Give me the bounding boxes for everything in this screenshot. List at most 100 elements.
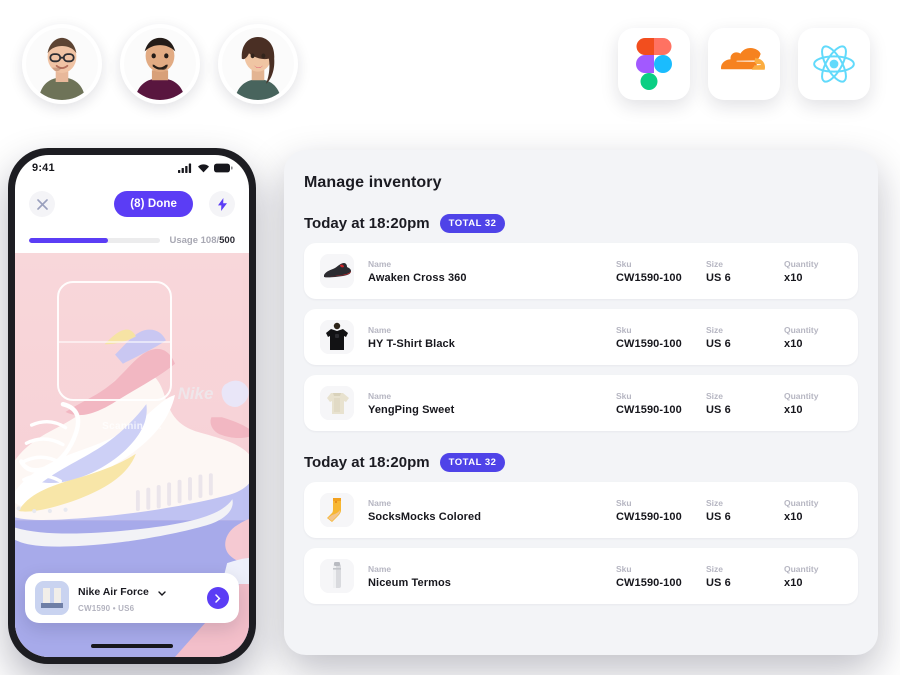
value-sku: CW1590-100 — [616, 271, 682, 284]
cell-name: Name Niceum Termos — [368, 564, 616, 589]
avatar[interactable] — [218, 24, 298, 104]
value-name: HY T-Shirt Black — [368, 337, 455, 350]
cell-quantity: Quantity x10 — [784, 498, 842, 523]
phone-mockup: 9:41 (8) Done Usage 108/500 Nike Scannin… — [8, 148, 256, 664]
value-size: US 6 — [706, 271, 731, 284]
value-sku: CW1590-100 — [616, 337, 682, 350]
cell-quantity: Quantity x10 — [784, 259, 842, 284]
status-badge: TOTAL 32 — [439, 453, 506, 472]
column-header-size: Size — [706, 258, 724, 269]
status-icons — [178, 163, 233, 173]
done-button[interactable]: (8) Done — [114, 191, 193, 217]
cell-size: Size US 6 — [706, 391, 784, 416]
column-header-sku: Sku — [616, 324, 632, 335]
column-header-size: Size — [706, 497, 724, 508]
cell-name: Name YengPing Sweet — [368, 391, 616, 416]
chevron-down-icon[interactable] — [158, 583, 166, 601]
usage-progress: Usage 108/500 — [15, 227, 249, 253]
detected-product-card[interactable]: Nike Air Force CW1590 • US6 — [25, 573, 239, 623]
usage-fill — [29, 237, 108, 243]
group-header: Today at 18:20pm TOTAL 32 — [304, 214, 858, 233]
usage-label: Usage 108/500 — [169, 234, 235, 246]
column-header-quantity: Quantity — [784, 324, 819, 335]
scanning-status: Scanning ... — [102, 421, 162, 432]
column-header-size: Size — [706, 390, 724, 401]
close-button[interactable] — [29, 191, 55, 217]
table-row[interactable]: Name HY T-Shirt Black Sku CW1590-100 Siz… — [304, 309, 858, 365]
cell-sku: Sku CW1590-100 — [616, 498, 706, 523]
cell-name: Name SocksMocks Colored — [368, 498, 616, 523]
screenshot-root: 9:41 (8) Done Usage 108/500 Nike Scannin… — [0, 0, 900, 675]
cell-quantity: Quantity x10 — [784, 564, 842, 589]
group-header: Today at 18:20pm TOTAL 32 — [304, 453, 858, 472]
value-name: Niceum Termos — [368, 576, 452, 589]
value-name: SocksMocks Colored — [368, 510, 482, 523]
value-quantity: x10 — [784, 510, 803, 523]
column-header-size: Size — [706, 324, 724, 335]
group-rows: Name SocksMocks Colored Sku CW1590-100 S… — [304, 482, 858, 604]
value-name: Awaken Cross 360 — [368, 271, 467, 284]
column-header-sku: Sku — [616, 497, 632, 508]
column-header-name: Name — [368, 258, 392, 269]
value-size: US 6 — [706, 510, 731, 523]
cell-size: Size US 6 — [706, 564, 784, 589]
cell-sku: Sku CW1590-100 — [616, 325, 706, 350]
inventory-group: Today at 18:20pm TOTAL 32 Name SocksMock… — [304, 453, 858, 604]
flash-button[interactable] — [209, 191, 235, 217]
page-title: Manage inventory — [304, 174, 442, 191]
figma-logo[interactable] — [618, 28, 690, 100]
cell-sku: Sku CW1590-100 — [616, 564, 706, 589]
value-sku: CW1590-100 — [616, 576, 682, 589]
row-thumbnail — [320, 254, 354, 288]
react-logo[interactable] — [798, 28, 870, 100]
value-size: US 6 — [706, 576, 731, 589]
column-header-sku: Sku — [616, 563, 632, 574]
phone-status-bar: 9:41 — [15, 155, 249, 181]
cloudflare-logo[interactable] — [708, 28, 780, 100]
column-header-sku: Sku — [616, 258, 632, 269]
value-sku: CW1590-100 — [616, 510, 682, 523]
column-header-name: Name — [368, 324, 392, 335]
avatar[interactable] — [22, 24, 102, 104]
column-header-name: Name — [368, 563, 392, 574]
svg-text:Nike: Nike — [178, 384, 214, 403]
value-quantity: x10 — [784, 576, 803, 589]
group-title: Today at 18:20pm — [304, 215, 430, 232]
home-indicator — [91, 644, 173, 648]
tech-logos — [618, 28, 870, 100]
column-header-quantity: Quantity — [784, 563, 819, 574]
column-header-quantity: Quantity — [784, 390, 819, 401]
row-thumbnail — [320, 320, 354, 354]
table-row[interactable]: Name SocksMocks Colored Sku CW1590-100 S… — [304, 482, 858, 538]
row-thumbnail — [320, 493, 354, 527]
column-header-quantity: Quantity — [784, 497, 819, 508]
close-icon — [36, 198, 48, 210]
usage-track — [29, 237, 161, 243]
group-title: Today at 18:20pm — [304, 454, 430, 471]
signal-bars-icon — [178, 163, 192, 173]
status-clock: 9:41 — [32, 162, 55, 174]
camera-viewport[interactable]: Nike Scanning ... Nike Air Force CW1590 … — [15, 253, 249, 657]
product-next-button[interactable] — [207, 587, 229, 609]
cell-quantity: Quantity x10 — [784, 391, 842, 416]
column-header-name: Name — [368, 390, 392, 401]
chevron-right-icon — [215, 593, 221, 603]
battery-icon — [214, 163, 233, 173]
table-row[interactable]: Name Awaken Cross 360 Sku CW1590-100 Siz… — [304, 243, 858, 299]
avatar[interactable] — [120, 24, 200, 104]
column-header-size: Size — [706, 563, 724, 574]
cell-quantity: Quantity x10 — [784, 325, 842, 350]
product-subtitle: CW1590 • US6 — [78, 603, 135, 613]
table-row[interactable]: Name Niceum Termos Sku CW1590-100 Size U… — [304, 548, 858, 604]
lightning-bolt-icon — [217, 197, 227, 211]
wifi-icon — [198, 164, 209, 173]
table-row[interactable]: Name YengPing Sweet Sku CW1590-100 Size … — [304, 375, 858, 431]
column-header-name: Name — [368, 497, 392, 508]
cell-size: Size US 6 — [706, 498, 784, 523]
inventory-group: Today at 18:20pm TOTAL 32 Name Awaken Cr… — [304, 214, 858, 431]
cell-name: Name HY T-Shirt Black — [368, 325, 616, 350]
value-name: YengPing Sweet — [368, 403, 455, 416]
value-quantity: x10 — [784, 403, 803, 416]
group-rows: Name Awaken Cross 360 Sku CW1590-100 Siz… — [304, 243, 858, 431]
product-thumbnail — [35, 581, 69, 615]
